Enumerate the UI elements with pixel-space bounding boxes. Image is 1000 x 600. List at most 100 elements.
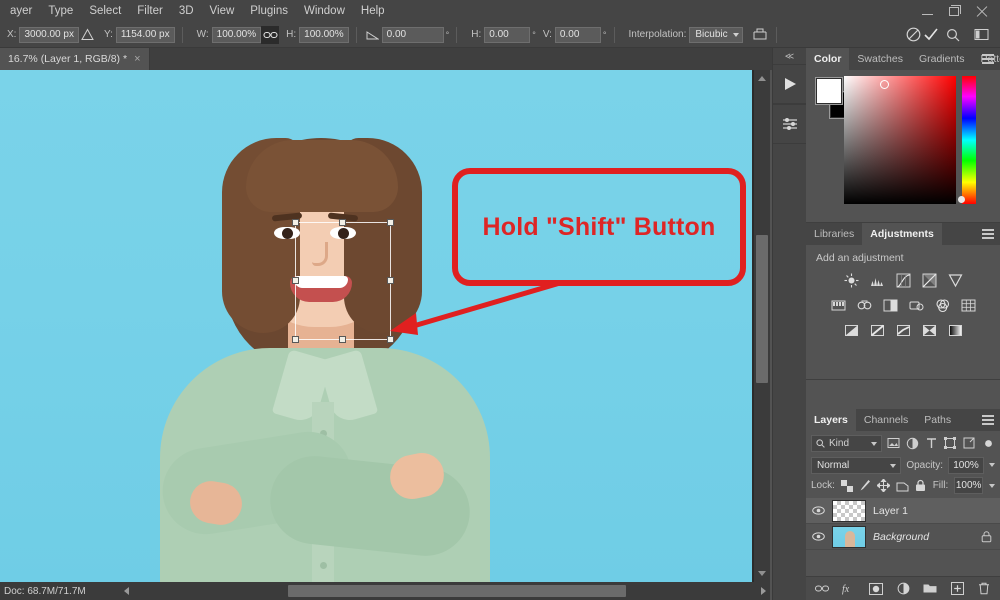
tab-adjustments[interactable]: Adjustments bbox=[862, 223, 942, 245]
tab-layers[interactable]: Layers bbox=[806, 409, 856, 431]
menu-item-layer[interactable]: ayer bbox=[2, 2, 40, 20]
collapse-panels-icon[interactable]: ≪ bbox=[773, 48, 806, 64]
filter-toggle-icon[interactable] bbox=[981, 436, 995, 451]
tab-color[interactable]: Color bbox=[806, 48, 850, 70]
document-tab[interactable]: 16.7% (Layer 1, RGB/8) * × bbox=[0, 48, 150, 70]
menu-item-window[interactable]: Window bbox=[296, 2, 353, 20]
brightness-contrast-icon[interactable] bbox=[843, 272, 859, 288]
tab-libraries[interactable]: Libraries bbox=[806, 223, 862, 245]
interpolation-select[interactable]: Bicubic bbox=[689, 26, 744, 43]
link-layers-icon[interactable] bbox=[815, 582, 829, 596]
layer-row-layer-1[interactable]: Layer 1 bbox=[806, 498, 1000, 524]
invert-icon[interactable] bbox=[843, 322, 859, 338]
lock-image-icon[interactable] bbox=[859, 478, 871, 493]
w-input[interactable]: 100.00% bbox=[211, 26, 262, 43]
link-chain-icon[interactable] bbox=[261, 25, 280, 44]
hue-saturation-icon[interactable] bbox=[830, 297, 846, 313]
skew-v-input[interactable]: 0.00 bbox=[554, 26, 601, 43]
search-icon[interactable] bbox=[944, 26, 962, 44]
tab-channels[interactable]: Channels bbox=[856, 409, 916, 431]
angle-input[interactable]: 0.00 bbox=[381, 26, 444, 43]
panel-menu-icon[interactable] bbox=[982, 229, 994, 241]
minimize-icon[interactable] bbox=[921, 5, 934, 18]
menu-item-type[interactable]: Type bbox=[40, 2, 81, 20]
layer-filter-kind-select[interactable]: Kind bbox=[811, 434, 882, 452]
close-icon[interactable]: × bbox=[134, 53, 140, 65]
layer-thumbnail[interactable] bbox=[832, 499, 866, 522]
visibility-eye-icon[interactable] bbox=[812, 532, 825, 541]
filter-type-icon[interactable] bbox=[925, 436, 939, 451]
vertical-scroll-thumb[interactable] bbox=[756, 235, 768, 383]
gradient-map-icon[interactable] bbox=[947, 322, 963, 338]
panel-menu-icon[interactable] bbox=[982, 54, 994, 66]
menu-item-filter[interactable]: Filter bbox=[129, 2, 171, 20]
vibrance-icon[interactable] bbox=[947, 272, 963, 288]
scroll-down-icon[interactable] bbox=[758, 571, 766, 576]
canvas-area[interactable]: Hold "Shift" Button bbox=[0, 70, 770, 582]
reference-point-icon[interactable] bbox=[79, 26, 97, 44]
transform-handle-top-center[interactable] bbox=[339, 219, 346, 226]
horizontal-scroll-track[interactable] bbox=[120, 585, 754, 597]
horizontal-scroll-thumb[interactable] bbox=[288, 585, 626, 597]
lock-all-icon[interactable] bbox=[915, 478, 927, 493]
filter-smart-icon[interactable] bbox=[962, 436, 976, 451]
exposure-icon[interactable] bbox=[921, 272, 937, 288]
menu-item-help[interactable]: Help bbox=[353, 2, 393, 20]
menu-item-view[interactable]: View bbox=[202, 2, 243, 20]
warp-icon[interactable] bbox=[751, 26, 769, 44]
curves-icon[interactable] bbox=[895, 272, 911, 288]
filter-pixel-icon[interactable] bbox=[887, 436, 901, 451]
skew-h-input[interactable]: 0.00 bbox=[484, 26, 531, 43]
tab-paths[interactable]: Paths bbox=[916, 409, 959, 431]
commit-transform-icon[interactable] bbox=[922, 26, 940, 44]
layer-name[interactable]: Layer 1 bbox=[873, 505, 994, 517]
actions-play-icon[interactable] bbox=[773, 64, 807, 104]
color-balance-icon[interactable] bbox=[856, 297, 872, 313]
new-group-icon[interactable] bbox=[923, 582, 937, 596]
maximize-icon[interactable] bbox=[948, 4, 961, 18]
add-mask-icon[interactable] bbox=[869, 582, 883, 596]
transform-handle-middle-left[interactable] bbox=[292, 277, 299, 284]
chevron-down-icon[interactable] bbox=[989, 463, 995, 467]
canvas-horizontal-scrollbar[interactable]: Doc: 68.7M/71.7M bbox=[0, 582, 770, 600]
posterize-icon[interactable] bbox=[869, 322, 885, 338]
color-picker-field[interactable] bbox=[844, 76, 956, 204]
opacity-input[interactable]: 100% bbox=[948, 456, 984, 474]
menu-item-select[interactable]: Select bbox=[81, 2, 129, 20]
layer-thumbnail[interactable] bbox=[832, 525, 866, 548]
visibility-eye-icon[interactable] bbox=[812, 506, 825, 515]
levels-icon[interactable] bbox=[869, 272, 885, 288]
properties-sliders-icon[interactable] bbox=[773, 104, 807, 144]
cancel-transform-icon[interactable] bbox=[904, 26, 922, 44]
tab-swatches[interactable]: Swatches bbox=[849, 48, 911, 70]
transform-bounding-box[interactable] bbox=[292, 219, 394, 343]
hue-slider[interactable] bbox=[962, 76, 976, 204]
tab-gradients[interactable]: Gradients bbox=[911, 48, 973, 70]
panel-menu-icon[interactable] bbox=[982, 415, 994, 427]
scroll-up-icon[interactable] bbox=[758, 76, 766, 81]
transform-handle-bottom-left[interactable] bbox=[292, 336, 299, 343]
layer-name[interactable]: Background bbox=[873, 531, 972, 543]
color-lookup-icon[interactable] bbox=[960, 297, 976, 313]
fill-input[interactable]: 100% bbox=[954, 477, 983, 494]
new-adjustment-icon[interactable] bbox=[896, 582, 910, 596]
layer-style-fx-icon[interactable]: fx bbox=[842, 582, 856, 596]
transform-handle-bottom-center[interactable] bbox=[339, 336, 346, 343]
canvas-vertical-scrollbar[interactable] bbox=[754, 70, 770, 582]
channel-mixer-icon[interactable] bbox=[934, 297, 950, 313]
layer-row-background[interactable]: Background bbox=[806, 524, 1000, 550]
transform-handle-top-left[interactable] bbox=[292, 219, 299, 226]
x-input[interactable]: 3000.00 px bbox=[19, 26, 79, 43]
scroll-right-icon[interactable] bbox=[761, 587, 766, 595]
h-input[interactable]: 100.00% bbox=[299, 26, 349, 43]
image-canvas[interactable]: Hold "Shift" Button bbox=[0, 70, 752, 582]
lock-position-icon[interactable] bbox=[876, 478, 890, 493]
threshold-icon[interactable] bbox=[895, 322, 911, 338]
workspace-icon[interactable] bbox=[972, 26, 990, 44]
foreground-color-swatch[interactable] bbox=[815, 77, 843, 105]
lock-artboard-icon[interactable] bbox=[896, 478, 909, 493]
lock-transparency-icon[interactable] bbox=[840, 478, 853, 493]
photo-filter-icon[interactable] bbox=[908, 297, 924, 313]
transform-handle-top-right[interactable] bbox=[387, 219, 394, 226]
blend-mode-select[interactable]: Normal bbox=[811, 456, 902, 474]
